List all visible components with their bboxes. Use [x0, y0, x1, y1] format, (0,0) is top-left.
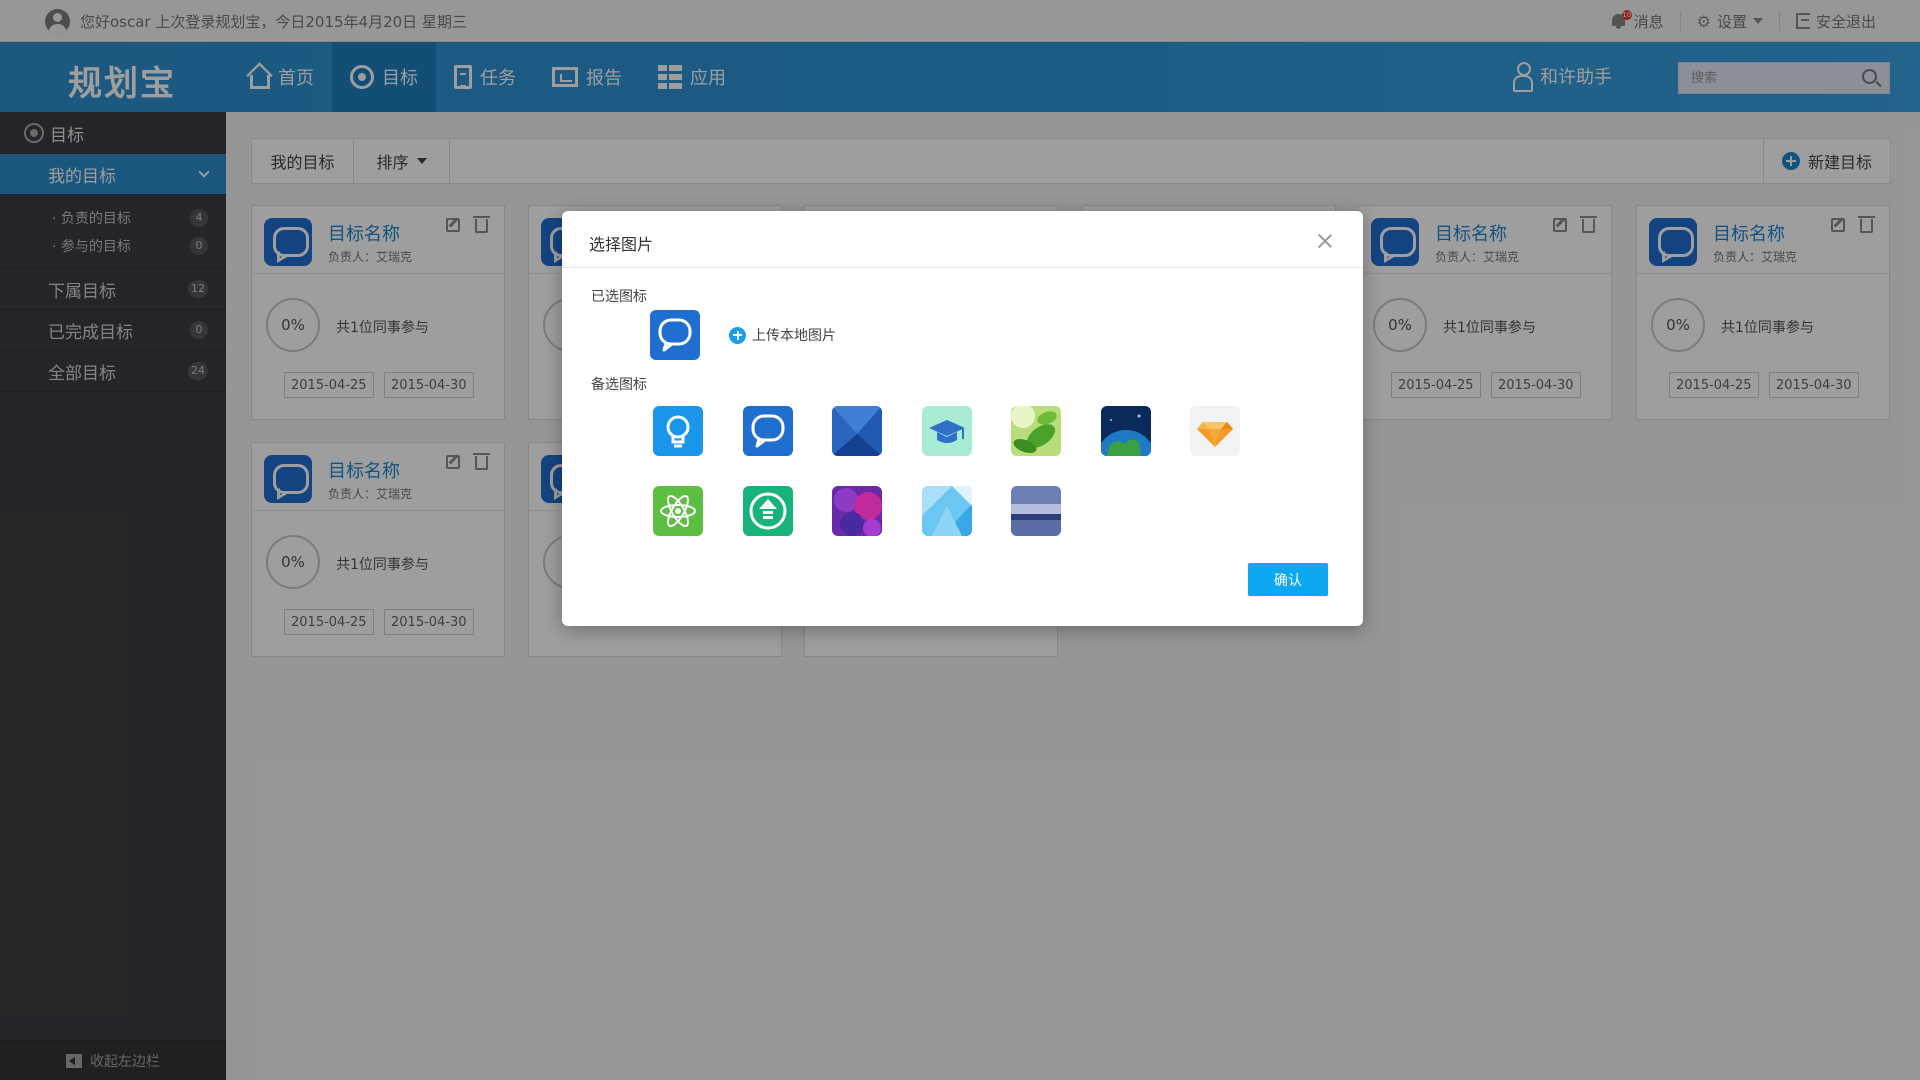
diamond-icon: [1190, 406, 1240, 456]
purple-pattern-option[interactable]: [832, 486, 882, 536]
selected-icon-label: 已选图标: [591, 289, 647, 305]
select-image-dialog: 选择图片 已选图标 上传本地图片 备选图标 确认: [562, 211, 1363, 626]
bulb-icon: [653, 406, 703, 456]
bulb-option[interactable]: [653, 406, 703, 456]
upload-label: 上传本地图片: [752, 328, 836, 344]
atom-icon: [653, 486, 703, 536]
landscape-icon: [1011, 486, 1061, 536]
purple-pattern-icon: [832, 486, 882, 536]
graduation-cap-icon: [922, 406, 972, 456]
plus-icon: [729, 326, 746, 344]
green-leaf-icon: [1011, 406, 1061, 456]
selected-icon-preview: [650, 310, 700, 360]
upload-arrow-option[interactable]: [743, 486, 793, 536]
options-label: 备选图标: [591, 377, 647, 393]
green-leaf-option[interactable]: [1011, 406, 1061, 456]
diamond-option[interactable]: [1190, 406, 1240, 456]
blue-polygon-option[interactable]: [832, 406, 882, 456]
earth-option[interactable]: [1101, 406, 1151, 456]
landscape-option[interactable]: [1011, 486, 1061, 536]
light-blue-pattern-icon: [922, 486, 972, 536]
close-icon[interactable]: [1317, 233, 1333, 249]
chat-bubble-icon: [650, 310, 700, 360]
light-blue-pattern-option[interactable]: [922, 486, 972, 536]
earth-icon: [1101, 406, 1151, 456]
confirm-button[interactable]: 确认: [1248, 563, 1328, 596]
upload-local-image-button[interactable]: 上传本地图片: [729, 325, 836, 345]
chat-bubble-option[interactable]: [743, 406, 793, 456]
graduation-cap-option[interactable]: [922, 406, 972, 456]
blue-polygon-icon: [832, 406, 882, 456]
atom-option[interactable]: [653, 486, 703, 536]
dialog-header: 选择图片: [562, 211, 1363, 268]
dialog-title: 选择图片: [589, 235, 654, 254]
upload-arrow-icon: [743, 486, 793, 536]
chat-bubble-icon: [743, 406, 793, 456]
